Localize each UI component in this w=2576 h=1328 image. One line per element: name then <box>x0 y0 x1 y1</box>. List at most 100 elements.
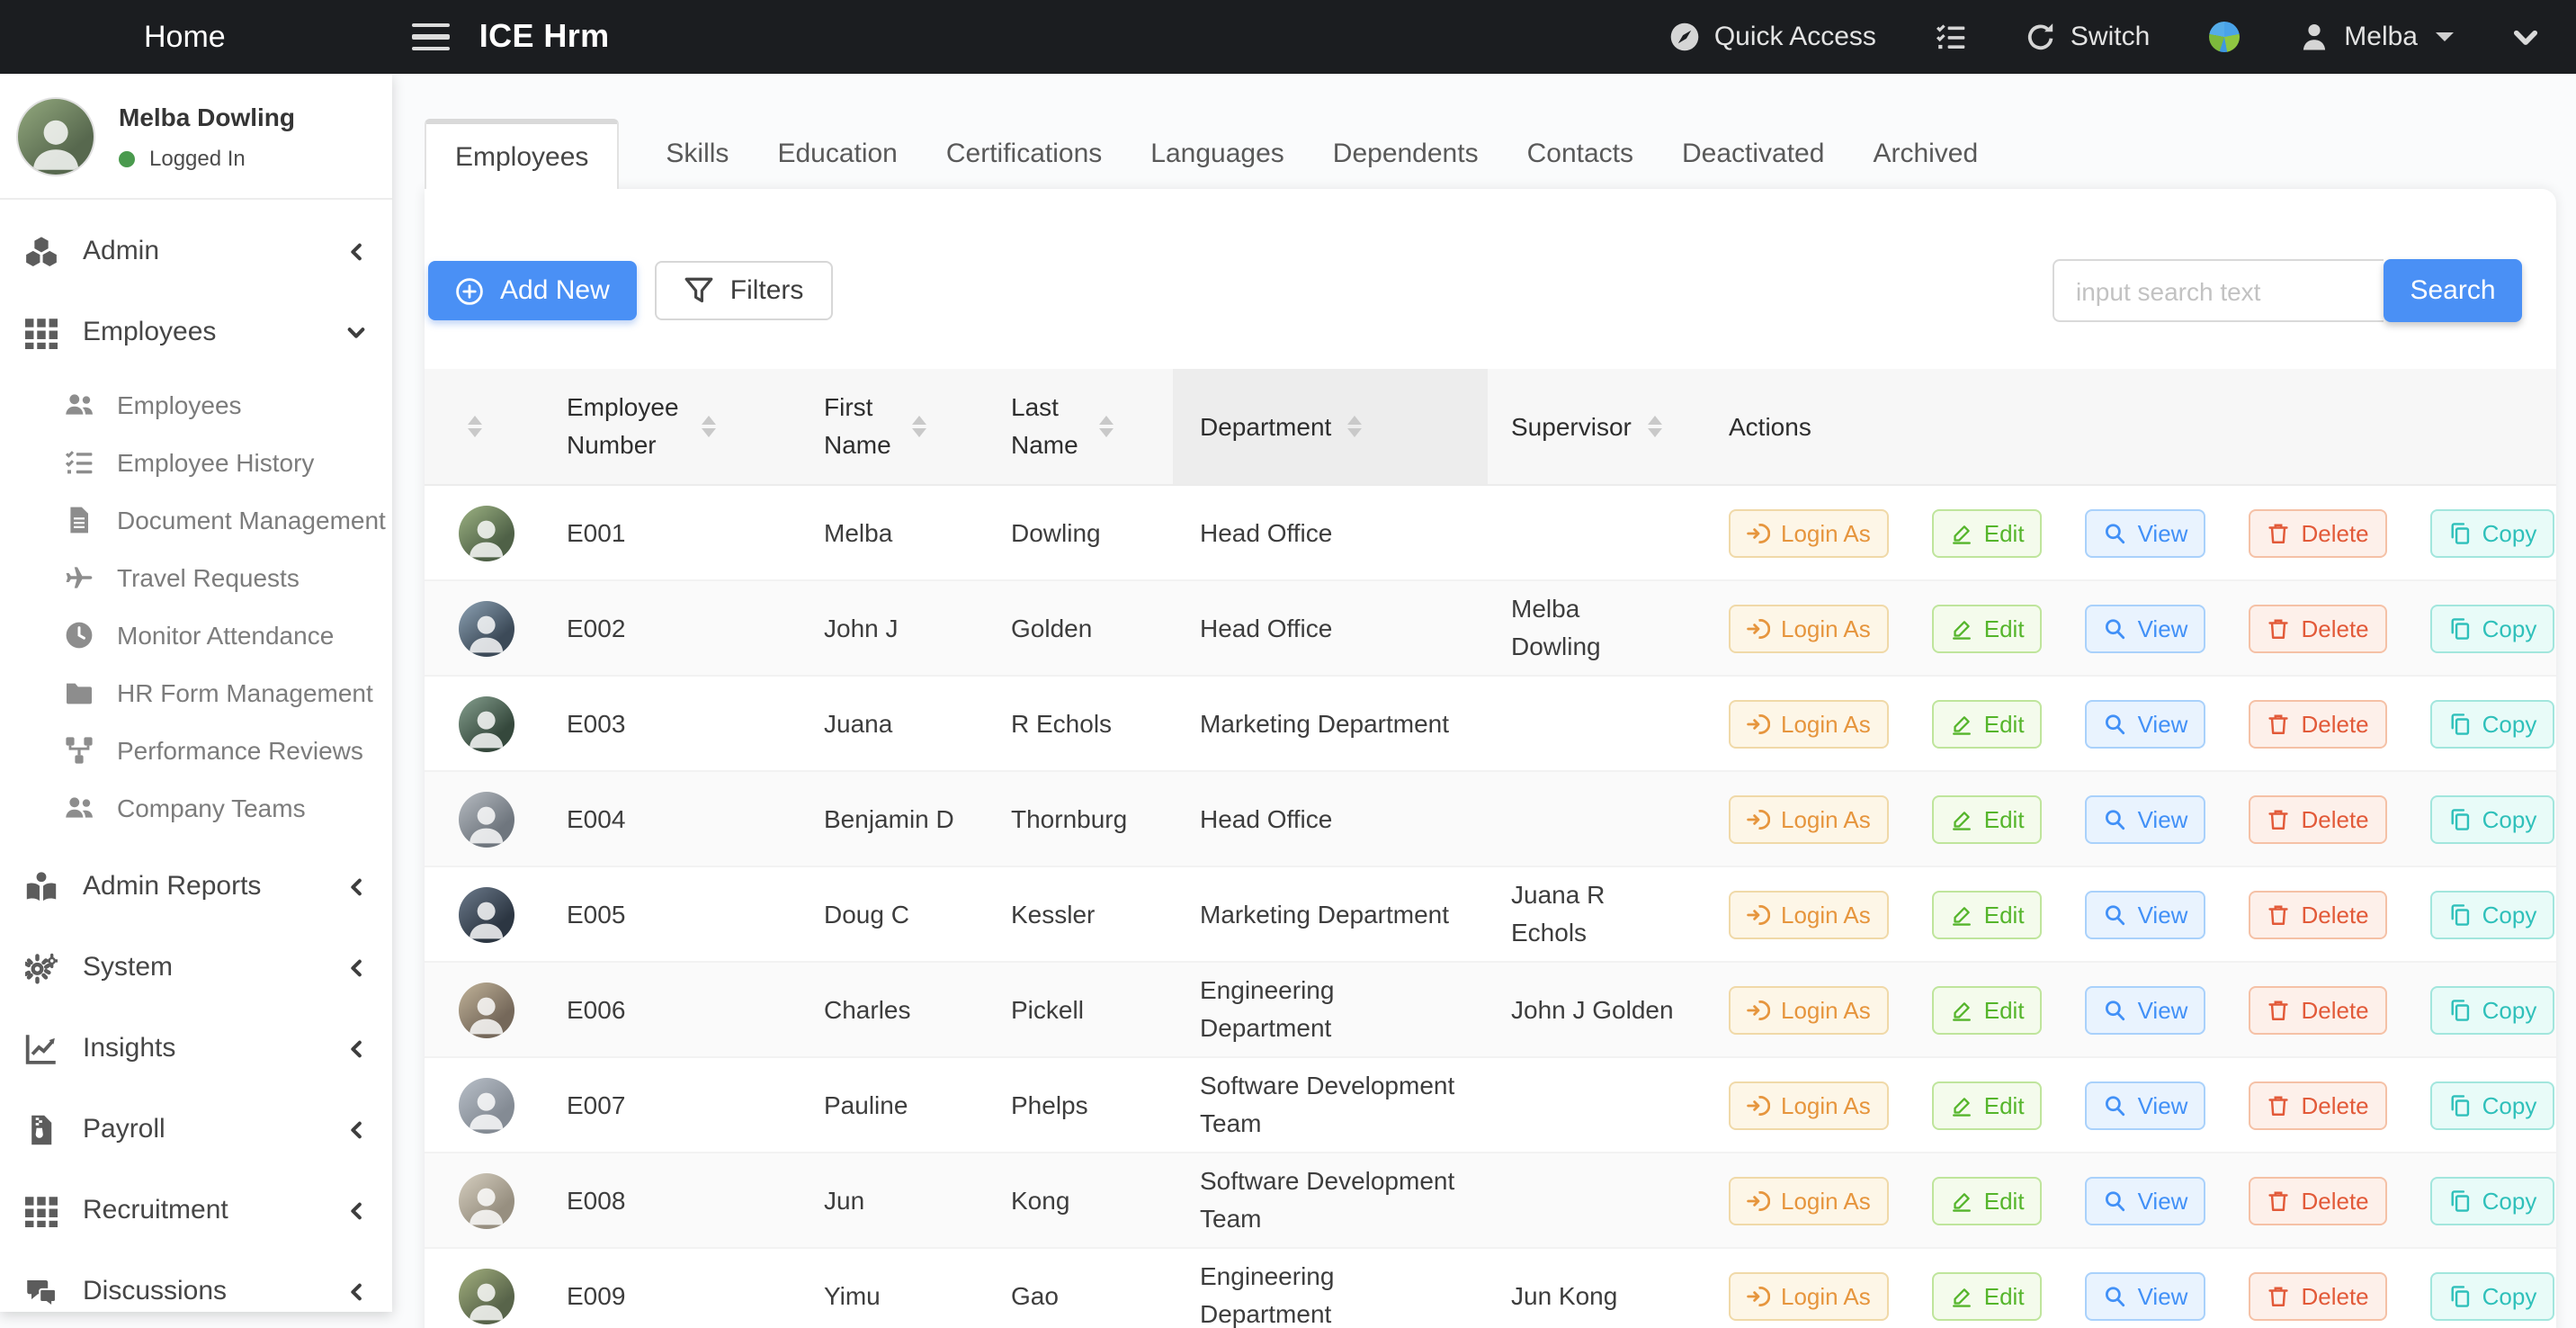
nav-home-link[interactable]: Home <box>144 19 226 55</box>
search-input[interactable] <box>2053 259 2384 322</box>
column-header-first-name[interactable]: First Name <box>801 369 986 484</box>
tab-languages[interactable]: Languages <box>1150 139 1284 169</box>
copy-button[interactable]: Copy <box>2430 985 2555 1034</box>
edit-button[interactable]: Edit <box>1932 890 2043 938</box>
sidebar-subitem-employees[interactable]: Employees <box>0 376 392 434</box>
tab-deactivated[interactable]: Deactivated <box>1682 139 1824 169</box>
view-button[interactable]: View <box>2086 604 2206 652</box>
login-as-button[interactable]: Login As <box>1729 985 1889 1034</box>
table-row[interactable]: E007PaulinePhelpsSoftware Development Te… <box>425 1058 2556 1153</box>
edit-button[interactable]: Edit <box>1932 794 2043 843</box>
delete-button[interactable]: Delete <box>2249 1081 2386 1129</box>
sort-icon[interactable] <box>1648 416 1662 438</box>
column-header-department[interactable]: Department <box>1173 369 1488 484</box>
sidebar-item-payroll[interactable]: Payroll <box>0 1089 392 1170</box>
sidebar-subitem-monitor-attendance[interactable]: Monitor Attendance <box>0 606 392 664</box>
tab-contacts[interactable]: Contacts <box>1527 139 1633 169</box>
tab-dependents[interactable]: Dependents <box>1333 139 1479 169</box>
language-globe-icon[interactable] <box>2209 22 2240 52</box>
view-button[interactable]: View <box>2086 1271 2206 1320</box>
column-header[interactable] <box>425 369 509 484</box>
login-as-button[interactable]: Login As <box>1729 1081 1889 1129</box>
sidebar-item-admin-reports[interactable]: Admin Reports <box>0 846 392 927</box>
view-button[interactable]: View <box>2086 1081 2206 1129</box>
sidebar-subitem-company-teams[interactable]: Company Teams <box>0 779 392 837</box>
sort-icon[interactable] <box>912 416 926 438</box>
user-menu[interactable]: Melba <box>2299 22 2454 52</box>
view-button[interactable]: View <box>2086 1176 2206 1225</box>
copy-button[interactable]: Copy <box>2430 1271 2555 1320</box>
sidebar-subitem-performance-reviews[interactable]: Performance Reviews <box>0 722 392 779</box>
delete-button[interactable]: Delete <box>2249 508 2386 557</box>
sidebar-item-system[interactable]: System <box>0 927 392 1008</box>
sidebar-item-employees[interactable]: Employees <box>0 292 392 372</box>
table-row[interactable]: E005Doug CKesslerMarketing DepartmentJua… <box>425 867 2556 963</box>
copy-button[interactable]: Copy <box>2430 794 2555 843</box>
delete-button[interactable]: Delete <box>2249 794 2386 843</box>
table-row[interactable]: E004Benjamin DThornburgHead OfficeLogin … <box>425 772 2556 867</box>
column-header-supervisor[interactable]: Supervisor <box>1488 369 1709 484</box>
login-as-button[interactable]: Login As <box>1729 508 1889 557</box>
column-header-last-name[interactable]: Last Name <box>986 369 1173 484</box>
menu-toggle-icon[interactable] <box>413 23 451 51</box>
sort-icon[interactable] <box>1099 416 1114 438</box>
tab-archived[interactable]: Archived <box>1873 139 1978 169</box>
edit-button[interactable]: Edit <box>1932 1271 2043 1320</box>
login-as-button[interactable]: Login As <box>1729 890 1889 938</box>
profile-avatar[interactable] <box>16 97 95 176</box>
login-as-button[interactable]: Login As <box>1729 604 1889 652</box>
delete-button[interactable]: Delete <box>2249 985 2386 1034</box>
table-row[interactable]: E008JunKongSoftware Development TeamLogi… <box>425 1153 2556 1249</box>
table-row[interactable]: E009YimuGaoEngineering DepartmentJun Kon… <box>425 1249 2556 1328</box>
edit-button[interactable]: Edit <box>1932 699 2043 748</box>
tab-education[interactable]: Education <box>777 139 897 169</box>
sidebar-subitem-hr-form-management[interactable]: HR Form Management <box>0 664 392 722</box>
table-row[interactable]: E001MelbaDowlingHead OfficeLogin AsEditV… <box>425 486 2556 581</box>
view-button[interactable]: View <box>2086 508 2206 557</box>
search-button[interactable]: Search <box>2384 259 2522 322</box>
edit-button[interactable]: Edit <box>1932 508 2043 557</box>
copy-button[interactable]: Copy <box>2430 1176 2555 1225</box>
view-button[interactable]: View <box>2086 699 2206 748</box>
delete-button[interactable]: Delete <box>2249 604 2386 652</box>
quick-access-button[interactable]: Quick Access <box>1669 22 1876 52</box>
sidebar-item-recruitment[interactable]: Recruitment <box>0 1170 392 1251</box>
sidebar-item-admin[interactable]: Admin <box>0 211 392 292</box>
column-header-employee-number[interactable]: Employee Number <box>509 369 801 484</box>
todo-list-button[interactable] <box>1936 22 1966 52</box>
edit-button[interactable]: Edit <box>1932 985 2043 1034</box>
view-button[interactable]: View <box>2086 985 2206 1034</box>
delete-button[interactable]: Delete <box>2249 1176 2386 1225</box>
copy-button[interactable]: Copy <box>2430 604 2555 652</box>
sort-icon[interactable] <box>702 416 716 438</box>
sort-icon[interactable] <box>468 416 482 438</box>
table-row[interactable]: E006CharlesPickellEngineering Department… <box>425 963 2556 1058</box>
tab-certifications[interactable]: Certifications <box>946 139 1102 169</box>
sidebar-subitem-travel-requests[interactable]: Travel Requests <box>0 549 392 606</box>
table-row[interactable]: E002John JGoldenHead OfficeMelba Dowling… <box>425 581 2556 677</box>
sidebar-item-insights[interactable]: Insights <box>0 1008 392 1089</box>
copy-button[interactable]: Copy <box>2430 508 2555 557</box>
delete-button[interactable]: Delete <box>2249 1271 2386 1320</box>
navbar-collapse-chevron-icon[interactable] <box>2513 24 2538 49</box>
edit-button[interactable]: Edit <box>1932 604 2043 652</box>
table-row[interactable]: E003JuanaR EcholsMarketing DepartmentLog… <box>425 677 2556 772</box>
tab-skills[interactable]: Skills <box>666 139 729 169</box>
sidebar-item-discussions[interactable]: Discussions <box>0 1251 392 1328</box>
login-as-button[interactable]: Login As <box>1729 1176 1889 1225</box>
add-new-button[interactable]: Add New <box>428 261 637 320</box>
view-button[interactable]: View <box>2086 890 2206 938</box>
login-as-button[interactable]: Login As <box>1729 699 1889 748</box>
copy-button[interactable]: Copy <box>2430 699 2555 748</box>
copy-button[interactable]: Copy <box>2430 890 2555 938</box>
switch-button[interactable]: Switch <box>2026 22 2150 52</box>
copy-button[interactable]: Copy <box>2430 1081 2555 1129</box>
view-button[interactable]: View <box>2086 794 2206 843</box>
sidebar-subitem-document-management[interactable]: Document Management <box>0 491 392 549</box>
login-as-button[interactable]: Login As <box>1729 1271 1889 1320</box>
filters-button[interactable]: Filters <box>655 261 833 320</box>
login-as-button[interactable]: Login As <box>1729 794 1889 843</box>
delete-button[interactable]: Delete <box>2249 890 2386 938</box>
delete-button[interactable]: Delete <box>2249 699 2386 748</box>
sidebar-subitem-employee-history[interactable]: Employee History <box>0 434 392 491</box>
